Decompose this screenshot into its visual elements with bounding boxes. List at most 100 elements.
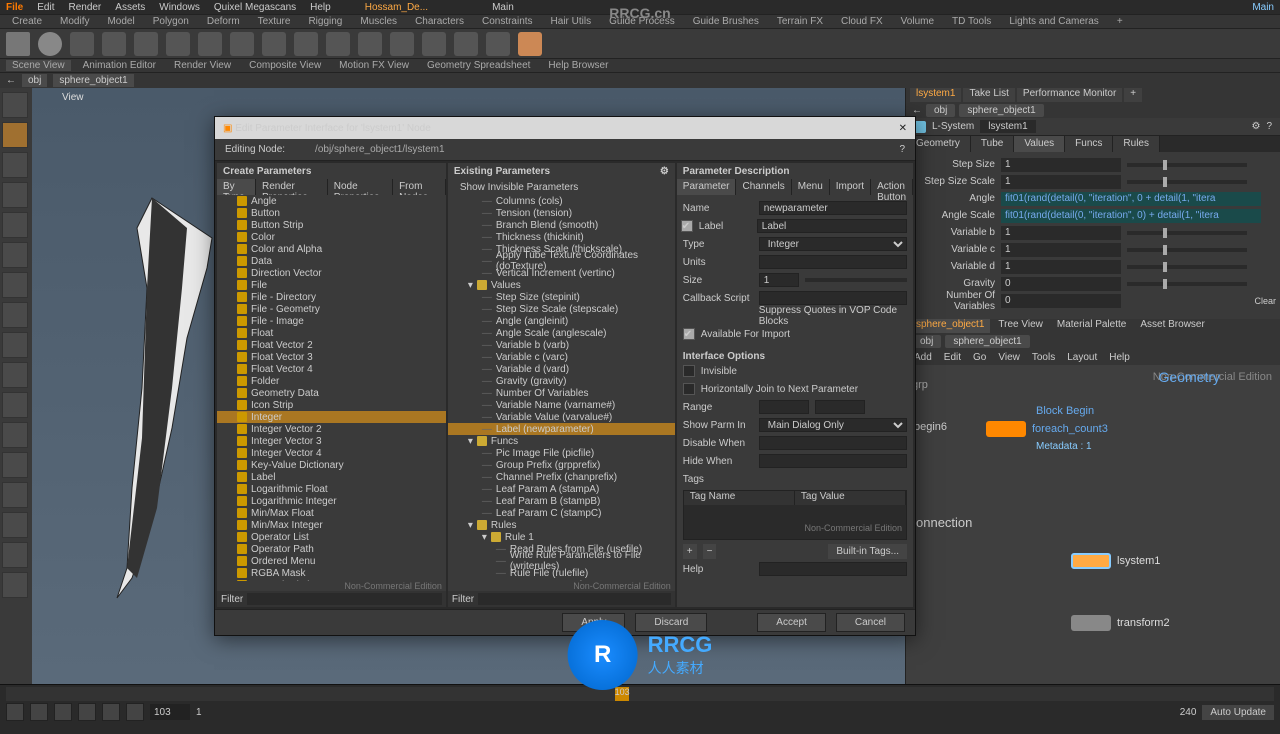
slider-stepsize[interactable] — [1127, 163, 1247, 167]
view-tool-icon[interactable] — [2, 452, 28, 478]
net-tab-tree[interactable]: Tree View — [992, 319, 1048, 333]
type-item[interactable]: Operator Path — [217, 543, 446, 555]
shelf-volume[interactable]: Volume — [895, 16, 940, 27]
net-tab-material[interactable]: Material Palette — [1051, 319, 1132, 333]
param-item[interactable]: — Number Of Variables — [448, 387, 675, 399]
desktop-name[interactable]: Hossam_De... — [365, 2, 428, 13]
input-varb[interactable] — [1001, 226, 1121, 240]
input-size[interactable] — [759, 273, 799, 287]
param-item[interactable]: — Branch Blend (smooth) — [448, 219, 675, 231]
parm-back-icon[interactable]: ← — [912, 105, 922, 116]
tab-from-nodes[interactable]: From Nodes — [393, 179, 446, 195]
net-path-obj[interactable]: obj — [912, 335, 941, 348]
slider-stepscale[interactable] — [1127, 180, 1247, 184]
menu-file[interactable]: File — [6, 2, 23, 13]
filter-input-2[interactable] — [478, 593, 671, 605]
move-tool-icon[interactable] — [2, 182, 28, 208]
input-range-min[interactable] — [759, 400, 809, 414]
type-item[interactable]: Button — [217, 207, 446, 219]
platonic-icon[interactable] — [422, 32, 446, 56]
path-obj[interactable]: obj — [22, 74, 47, 87]
shelf-lights[interactable]: Lights and Cameras — [1003, 16, 1105, 27]
param-item[interactable]: — Apply Tube Texture Coordinates (doText… — [448, 255, 675, 267]
folder-item[interactable]: ▾ Rule 1 — [448, 531, 675, 543]
render-icon[interactable] — [2, 572, 28, 598]
shelf-terrain[interactable]: Terrain FX — [771, 16, 829, 27]
path-sphere[interactable]: sphere_object1 — [53, 74, 133, 87]
shelf-polygon[interactable]: Polygon — [147, 16, 195, 27]
tab-node-props[interactable]: Node Properties — [328, 179, 393, 195]
parm-tab-perf[interactable]: Performance Monitor — [1017, 88, 1122, 102]
shelf-cloud[interactable]: Cloud FX — [835, 16, 889, 27]
spray-icon[interactable] — [326, 32, 350, 56]
type-item[interactable]: Float Vector 3 — [217, 351, 446, 363]
menu-windows[interactable]: Windows — [159, 2, 200, 13]
param-item[interactable]: — Gravity (gravity) — [448, 375, 675, 387]
node-lsystem1[interactable]: lsystem1 — [1071, 553, 1160, 569]
dialog-help-icon[interactable]: ? — [899, 144, 905, 155]
tags-table[interactable]: Tag NameTag Value Non-Commercial Edition — [683, 490, 907, 540]
input-stepsize[interactable] — [1001, 158, 1121, 172]
type-item[interactable]: Icon Strip — [217, 399, 446, 411]
help-icon[interactable]: ? — [1266, 121, 1272, 132]
tab-motionfx[interactable]: Motion FX View — [333, 60, 415, 71]
param-item[interactable]: — Write Rule Parameters to File (writeru… — [448, 555, 675, 567]
param-item[interactable]: — Pic Image File (picfile) — [448, 447, 675, 459]
type-item[interactable]: Operator List — [217, 531, 446, 543]
dialog-titlebar[interactable]: ▣ Edit Parameter Interface for 'lsystem1… — [215, 117, 915, 139]
shelf-guidebrush[interactable]: Guide Brushes — [687, 16, 765, 27]
tab-channels[interactable]: Channels — [736, 179, 791, 195]
type-item[interactable]: Min/Max Integer — [217, 519, 446, 531]
prev-key-icon[interactable] — [30, 703, 48, 721]
node-foreach-count[interactable]: foreach_count3 — [986, 421, 1108, 437]
rotate-tool-icon[interactable] — [2, 212, 28, 238]
font-icon[interactable] — [390, 32, 414, 56]
param-item[interactable]: — Leaf Param A (stampA) — [448, 483, 675, 495]
type-item[interactable]: Integer Vector 2 — [217, 423, 446, 435]
param-item[interactable]: — Angle (angleinit) — [448, 315, 675, 327]
menu-help[interactable]: Help — [310, 2, 331, 13]
param-item[interactable]: — Group Prefix (grpprefix) — [448, 459, 675, 471]
tab-render-view[interactable]: Render View — [168, 60, 237, 71]
parm-tab-take[interactable]: Take List — [963, 88, 1014, 102]
tab-scene-view[interactable]: Scene View — [6, 60, 71, 71]
existing-tree[interactable]: — Columns (cols)— Tension (tension)— Bra… — [448, 195, 675, 581]
param-item[interactable]: — Label (newparameter) — [448, 423, 675, 435]
net-add[interactable]: Add — [914, 352, 932, 363]
param-item[interactable]: — Thickness (thickinit) — [448, 231, 675, 243]
prev-frame-icon[interactable] — [54, 703, 72, 721]
net-go[interactable]: Go — [973, 352, 986, 363]
frame-input[interactable] — [150, 704, 190, 720]
sphere-icon[interactable] — [38, 32, 62, 56]
select-obj-icon[interactable] — [2, 122, 28, 148]
tab-import[interactable]: Import — [830, 179, 871, 195]
accept-button[interactable]: Accept — [757, 613, 826, 632]
type-item[interactable]: File - Geometry — [217, 303, 446, 315]
type-item[interactable]: Integer Vector 4 — [217, 447, 446, 459]
network-view[interactable]: Non-Commercial Edition Geometry grp fore… — [906, 365, 1280, 684]
btn-tag-add[interactable]: + — [683, 544, 697, 559]
first-frame-icon[interactable] — [6, 703, 24, 721]
param-item[interactable]: — Step Size Scale (stepscale) — [448, 303, 675, 315]
param-item[interactable]: — Variable Value (varvalue#) — [448, 411, 675, 423]
net-help[interactable]: Help — [1109, 352, 1130, 363]
slider-gravity[interactable] — [1127, 282, 1247, 286]
param-item[interactable]: — Angle Scale (anglescale) — [448, 327, 675, 339]
folder-item[interactable]: ▾ Funcs — [448, 435, 675, 447]
take-main[interactable]: Main — [492, 2, 514, 13]
gear-icon[interactable]: ⚙ — [1251, 121, 1260, 132]
type-list[interactable]: AngleButtonButton StripColorColor and Al… — [217, 195, 446, 581]
type-item[interactable]: Color — [217, 231, 446, 243]
tab-menu[interactable]: Menu — [792, 179, 830, 195]
line-icon[interactable] — [198, 32, 222, 56]
btn-tag-remove[interactable]: − — [703, 544, 717, 559]
snap-icon[interactable] — [2, 302, 28, 328]
filter-input-1[interactable] — [247, 593, 442, 605]
select-type[interactable]: Integer — [759, 237, 907, 251]
tab-anim-editor[interactable]: Animation Editor — [77, 60, 162, 71]
type-item[interactable]: Integer — [217, 411, 446, 423]
lsystem-shelf-icon[interactable] — [454, 32, 478, 56]
param-item[interactable]: — Leaf Param B (stampB) — [448, 495, 675, 507]
type-item[interactable]: Button Strip — [217, 219, 446, 231]
menu-quixel[interactable]: Quixel Megascans — [214, 2, 296, 13]
